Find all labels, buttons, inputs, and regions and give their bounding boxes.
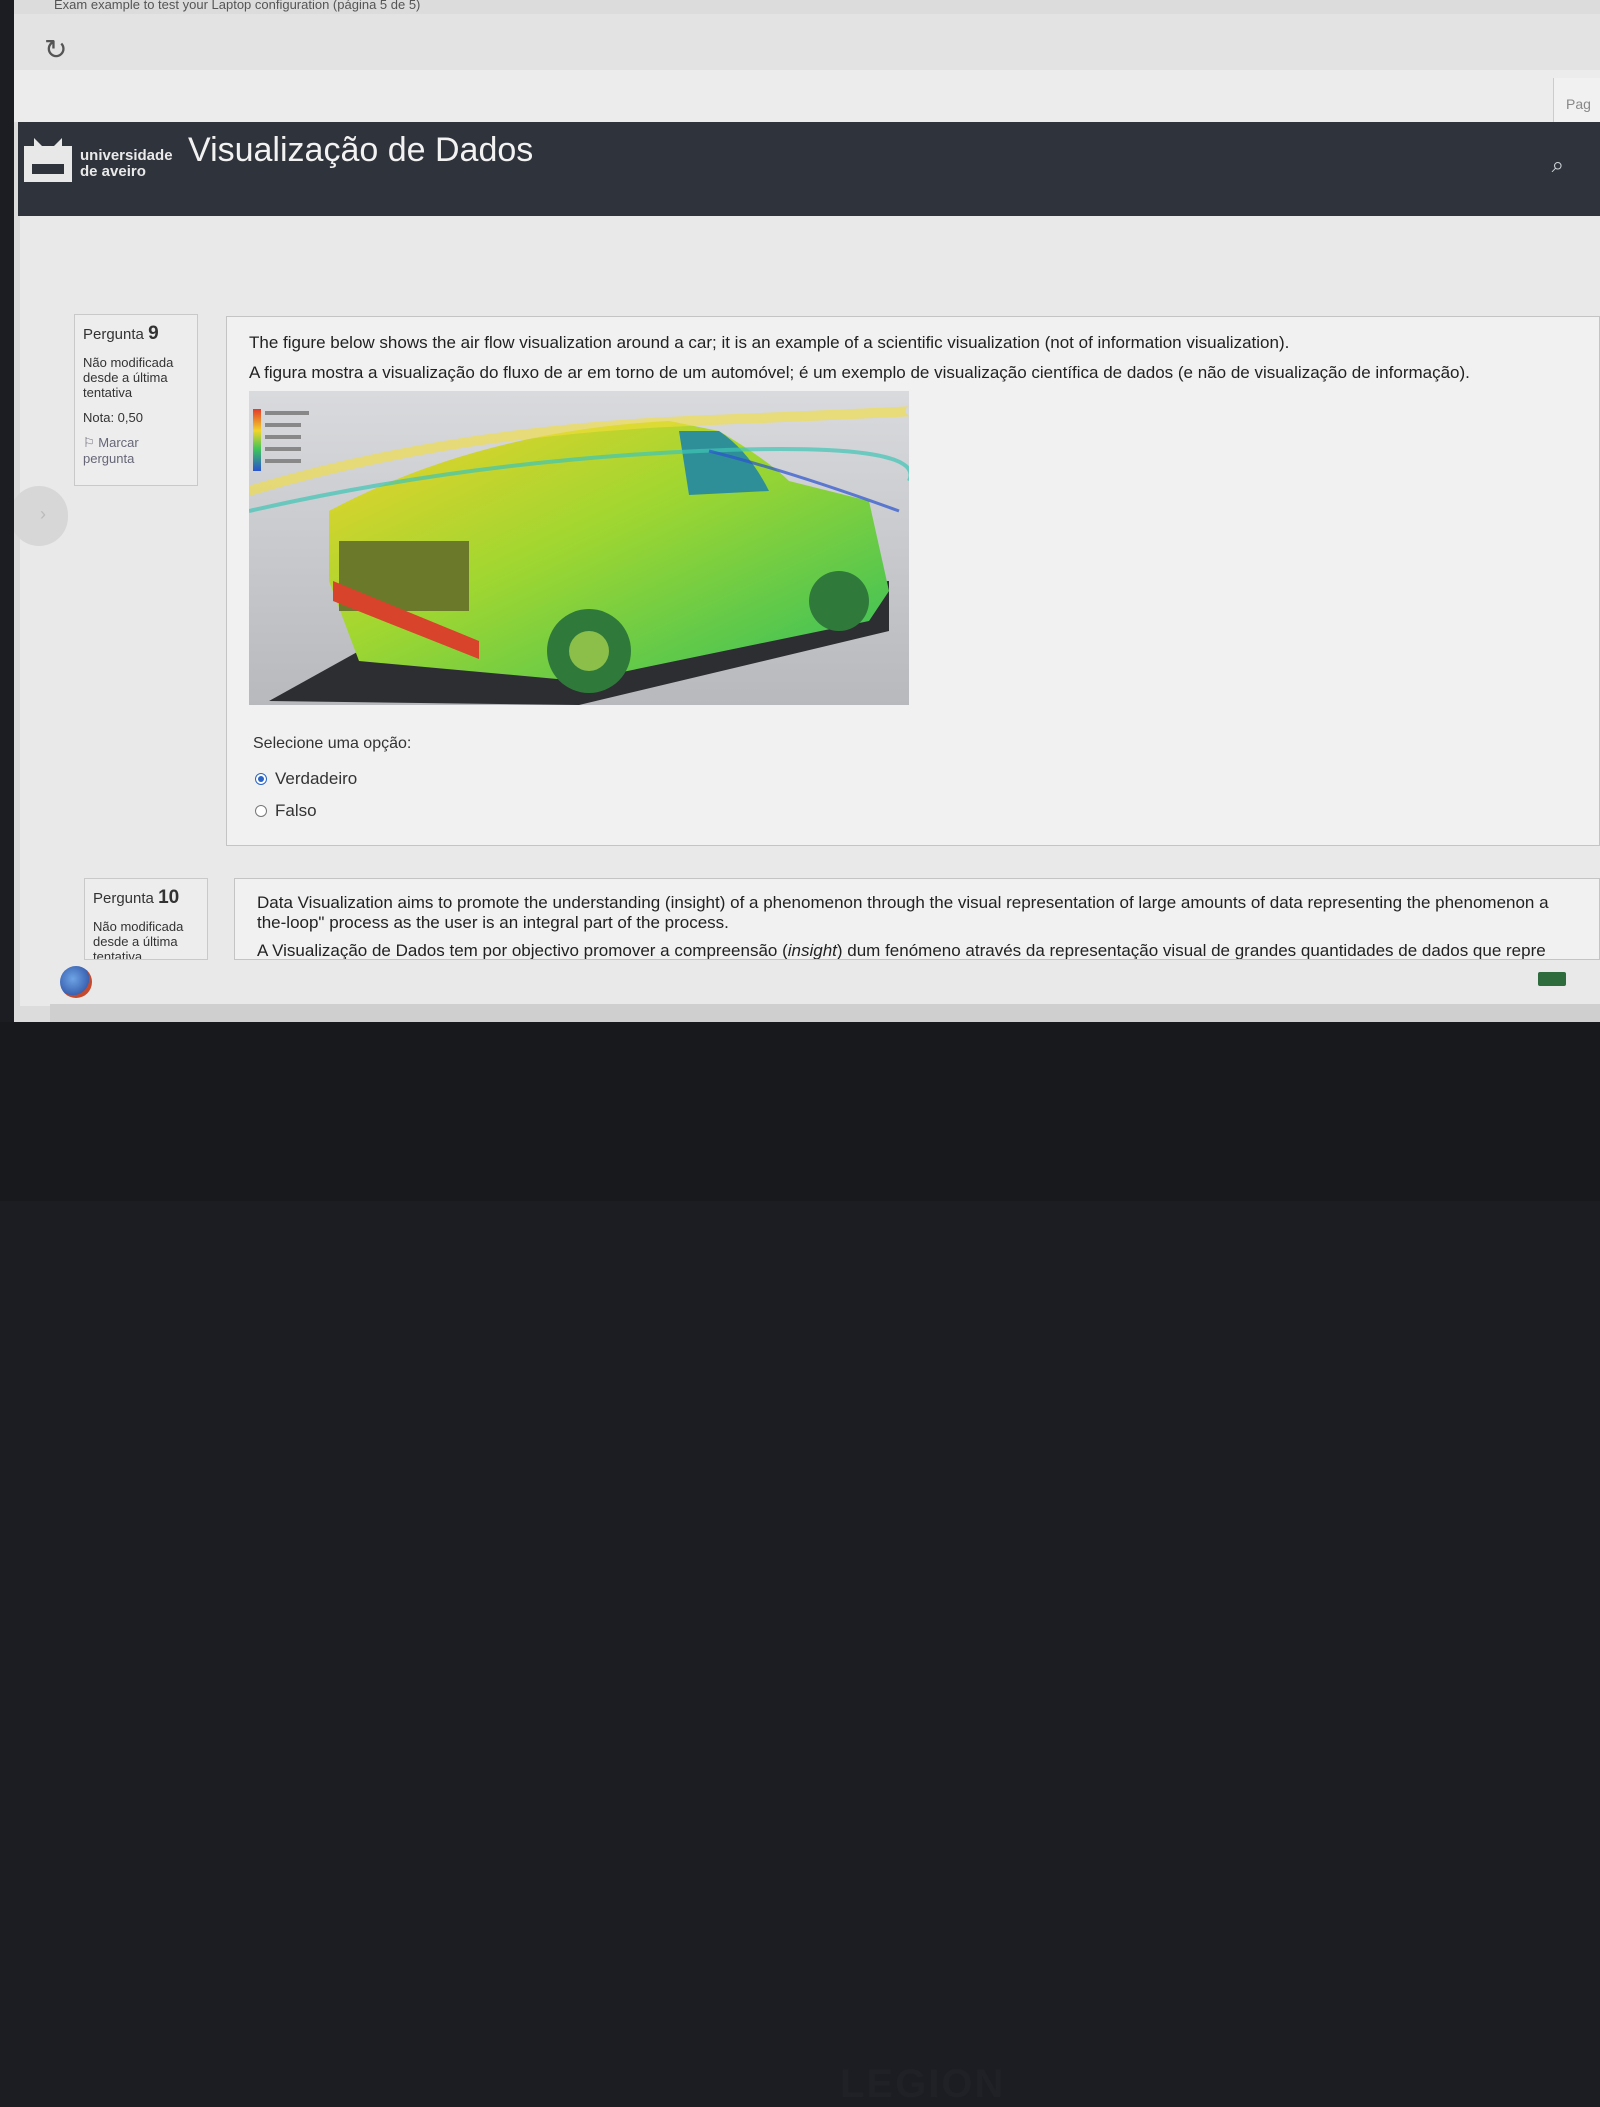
quiz-content: › Pergunta 9 Não modificada desde a últi… [14,216,1600,1006]
site-header: universidade de aveiro Visualização de D… [18,122,1600,216]
question-text-pt: A Visualização de Dados tem por objectiv… [257,941,1546,960]
select-option-label: Selecione uma opção: [253,735,412,752]
reload-icon[interactable]: ↻ [44,36,67,64]
question-number: 9 [148,323,159,344]
course-title[interactable]: Visualização de Dados [188,130,533,170]
university-logo-icon [24,138,72,182]
laptop-brand-logo: LEGION [840,2062,1006,2106]
browser-toolbar: ↻ [14,14,1600,71]
question-text-pt: A figura mostra a visualização do fluxo … [249,363,1470,382]
radio-button[interactable] [255,805,267,817]
question-text-en: The figure below shows the air flow visu… [249,333,1290,352]
side-tab-page[interactable]: Pag [1554,78,1600,112]
question-info: Pergunta 10 Não modificada desde a últim… [84,878,208,960]
chevron-right-icon: › [40,504,46,524]
university-logo-text[interactable]: universidade de aveiro [80,148,173,180]
battery-icon [1538,972,1566,986]
question-label: Pergunta [83,326,144,343]
laptop-bezel: LEGION [0,1022,1600,2106]
question-state: Não modificada desde a última tentativa [83,355,174,400]
flag-question-link[interactable]: ⚐ Marcar pergunta [83,435,189,467]
option-falso[interactable]: Falso [255,801,317,821]
page-top-strip [14,70,1600,122]
search-icon[interactable]: ⌕ [1552,152,1564,178]
question-number: 10 [158,887,180,908]
browser-tab-title[interactable]: Exam example to test your Laptop configu… [14,0,1600,14]
flag-icon: ⚐ [83,435,95,450]
app-icon[interactable] [60,966,92,998]
question-grade: Nota: 0,50 [83,410,143,425]
question-label: Pergunta [93,890,154,907]
question-box: The figure below shows the air flow visu… [226,316,1600,846]
airflow-car-image [249,391,909,705]
taskbar [50,1004,1600,1022]
question-state: Não modificada desde a última tentativa [93,919,184,960]
option-verdadeiro[interactable]: Verdadeiro [255,769,357,789]
laptop-screen: Exam example to test your Laptop configu… [14,0,1600,1022]
question-box: Data Visualization aims to promote the u… [234,878,1600,960]
radio-button-checked[interactable] [255,773,267,785]
question-info: Pergunta 9 Não modificada desde a última… [74,314,198,486]
